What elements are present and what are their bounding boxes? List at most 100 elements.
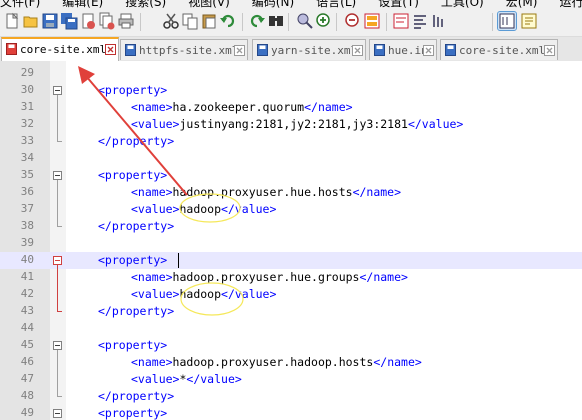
code-line[interactable]: 30 <property> (0, 82, 582, 99)
code-line[interactable]: 48 </property> (0, 388, 582, 405)
code-line[interactable]: 36 <name>hadoop.proxyuser.hue.hosts</name… (0, 184, 582, 201)
new-file-icon (6, 12, 19, 29)
close-button[interactable] (79, 12, 97, 30)
saved-file-icon (257, 44, 268, 56)
open-file-button[interactable] (22, 12, 40, 30)
menu-item[interactable]: 宏(M) (506, 0, 538, 8)
line-number: 43 (20, 304, 34, 317)
unsaved-file-icon (6, 43, 17, 55)
show-all-chars-icon (414, 15, 426, 29)
code-line[interactable]: 39 (0, 235, 582, 252)
redo-button[interactable] (248, 12, 266, 30)
line-number: 36 (20, 185, 34, 198)
new-file-button[interactable] (3, 12, 21, 30)
cut-button[interactable] (162, 12, 180, 30)
xml-tag: </name> (359, 270, 408, 284)
code-line[interactable]: 40 <property> (0, 252, 582, 269)
code-line[interactable]: 37 <value>hadoop</value> (0, 201, 582, 218)
menu-item[interactable]: 文件(F) (0, 0, 40, 8)
code-line[interactable]: 47 <value>*</value> (0, 371, 582, 388)
menu-item[interactable]: 语言(L) (316, 0, 356, 8)
xml-text: hadoop.proxyuser.hue.groups (172, 270, 360, 284)
zoom-in-button[interactable] (315, 12, 333, 30)
toolbar (0, 8, 582, 37)
close-tab-icon[interactable] (544, 45, 555, 56)
close-all-button[interactable] (98, 12, 116, 30)
tab-0[interactable]: core-site.xml (1, 37, 119, 61)
close-tab-icon[interactable] (423, 45, 434, 56)
tab-label: core-site.xml (20, 43, 107, 56)
code-line[interactable]: 33 </property> (0, 133, 582, 150)
line-number: 41 (20, 270, 34, 283)
function-list-button[interactable] (520, 12, 538, 30)
xml-tag: </property> (98, 304, 175, 318)
fold-toggle-icon[interactable] (53, 341, 62, 350)
code-text: <value>*</value> (131, 372, 242, 386)
fold-toggle-icon[interactable] (53, 409, 62, 418)
code-line[interactable]: 31 <name>ha.zookeeper.quorum</name> (0, 99, 582, 116)
fold-guide-end (57, 311, 62, 312)
copy-button[interactable] (181, 12, 199, 30)
code-line[interactable]: 49 <property> (0, 405, 582, 420)
line-number: 48 (20, 389, 34, 402)
tab-2[interactable]: yarn-site.xml (252, 39, 366, 60)
undo-button[interactable] (219, 12, 237, 30)
code-text: <property> (98, 406, 167, 420)
paste-button[interactable] (200, 12, 218, 30)
xml-text: hadoop.proxyuser.hue.hosts (172, 185, 353, 199)
code-line[interactable]: 35 <property> (0, 167, 582, 184)
close-tab-icon[interactable] (234, 45, 245, 56)
save-button[interactable] (41, 12, 59, 30)
close-tab-icon[interactable] (105, 44, 116, 55)
code-line[interactable]: 41 <name>hadoop.proxyuser.hue.groups</nam… (0, 269, 582, 286)
code-text: <property> (98, 338, 167, 352)
menu-item[interactable]: 视图(V) (188, 0, 230, 8)
open-file-icon (23, 16, 38, 28)
wrap-icon (393, 13, 409, 29)
menu-item[interactable]: 编辑(E) (62, 0, 103, 8)
save-all-button[interactable] (60, 12, 78, 30)
tab-1[interactable]: httpfs-site.xml (120, 39, 248, 60)
line-number: 35 (20, 168, 34, 181)
code-text: </property> (98, 219, 174, 233)
fold-toggle-icon[interactable] (53, 256, 62, 265)
code-line[interactable]: 32 <value>justinyang:2181,jy2:2181,jy3:21… (0, 116, 582, 133)
line-number: 39 (20, 236, 34, 249)
print-button[interactable] (117, 12, 135, 30)
line-number: 47 (20, 372, 34, 385)
menu-item[interactable]: 工具(O) (441, 0, 484, 8)
wrap-button[interactable] (392, 12, 410, 30)
function-list-icon (521, 13, 537, 29)
xml-tag: </value> (221, 287, 277, 301)
code-line[interactable]: 29 (0, 65, 582, 82)
xml-tag: </name> (304, 100, 353, 114)
editor[interactable]: 29 30 <property> 31 <name>ha.zookeeper.quoru… (0, 61, 582, 420)
code-text: <name>ha.zookeeper.quorum</name> (131, 100, 353, 114)
menu-item[interactable]: 设置(T) (378, 0, 419, 8)
menu-item[interactable]: 搜索(S) (125, 0, 166, 8)
sync-scroll-button[interactable] (363, 12, 381, 30)
indent-guide-button[interactable] (430, 12, 448, 30)
fold-toggle-icon[interactable] (53, 171, 62, 180)
close-tab-icon[interactable] (352, 45, 363, 56)
menu-item[interactable]: 运行(R) (559, 0, 582, 8)
doc-map-button[interactable] (497, 11, 517, 31)
code-text: <name>hadoop.proxyuser.hue.hosts</name> (131, 185, 401, 199)
code-line[interactable]: 44 (0, 320, 582, 337)
show-all-chars-button[interactable] (411, 12, 429, 30)
zoom-out-button[interactable] (344, 12, 362, 30)
menu-item[interactable]: 编码(N) (252, 0, 294, 8)
code-line[interactable]: 43 </property> (0, 303, 582, 320)
xml-tag: <property> (98, 338, 168, 352)
code-line[interactable]: 45 <property> (0, 337, 582, 354)
code-line[interactable]: 38 </property> (0, 218, 582, 235)
code-line[interactable]: 42 <value>hadoop</value> (0, 286, 582, 303)
replace-icon (297, 13, 313, 29)
code-line[interactable]: 46 <name>hadoop.proxyuser.hadoop.hosts</n… (0, 354, 582, 371)
replace-button[interactable] (296, 12, 314, 30)
tab-4[interactable]: core-site.xml (440, 39, 558, 60)
find-button[interactable] (267, 12, 285, 30)
code-line[interactable]: 34 (0, 150, 582, 167)
tab-3[interactable]: hue.ini (369, 39, 437, 60)
fold-toggle-icon[interactable] (53, 86, 62, 95)
